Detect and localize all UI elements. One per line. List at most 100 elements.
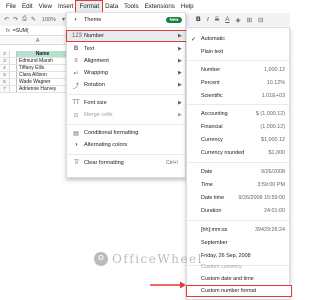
align-icon: ≡ — [74, 58, 78, 64]
submenu-item-custom-date-time[interactable]: Custom date and time — [187, 274, 291, 284]
divider — [67, 154, 187, 155]
menu-item-rotation[interactable]: ⤴ Rotation ▶ — [67, 80, 187, 90]
submenu-item-date-time[interactable]: Date time 9/26/2008 15:59:00 — [187, 193, 291, 203]
menu-item-alternating-colors[interactable]: ◑ Alternating colors — [67, 140, 187, 150]
check-icon: ✓ — [191, 37, 197, 43]
name-cell[interactable]: Adrienne Harvey — [16, 86, 66, 92]
submenu-item-date[interactable]: Date 9/26/2008 — [187, 167, 291, 177]
submenu-item-custom-number-format[interactable]: Custom number format — [186, 285, 292, 297]
submenu-item-duration[interactable]: Duration 24:01:00 — [187, 206, 291, 216]
menu-file[interactable]: File — [3, 1, 19, 12]
header-cell-name[interactable]: Name — [16, 51, 66, 57]
column-headers: A — [0, 37, 66, 45]
merge-icon: ⊟ — [73, 112, 79, 119]
font-size-icon: TT — [72, 100, 80, 106]
menu-insert[interactable]: Insert — [55, 1, 76, 12]
table-row: 2 Name — [0, 51, 66, 58]
spreadsheet-grid: A 2 Name 3 Edmund Marsh 4 Tiffany Ellis … — [0, 37, 66, 300]
palette-icon: ◐ — [74, 17, 78, 23]
name-cell[interactable]: Edmund Marsh — [16, 58, 66, 64]
row-number[interactable]: 5 — [0, 72, 10, 78]
menu-help[interactable]: Help — [178, 1, 197, 12]
menu-item-alignment[interactable]: ≡ Alignment ▶ — [67, 56, 187, 66]
table-row: 4 Tiffany Ellis — [0, 65, 66, 72]
menu-view[interactable]: View — [36, 1, 55, 12]
submenu-item-automatic[interactable]: ✓ Automatic — [187, 34, 291, 44]
italic-button[interactable]: I — [207, 16, 209, 23]
zoom-select[interactable]: 100% — [40, 17, 58, 23]
divider — [187, 104, 291, 105]
menu-item-theme[interactable]: ◐ Theme New — [67, 15, 187, 25]
table-row: 5 Clara Allison — [0, 72, 66, 79]
shortcut-text: Ctrl+\ — [166, 160, 179, 166]
alternating-colors-icon: ◑ — [74, 142, 78, 148]
red-arrow-icon — [150, 281, 186, 289]
chevron-right-icon: ▶ — [178, 100, 182, 106]
table-row: 3 Edmund Marsh — [0, 58, 66, 65]
row-number[interactable]: 6 — [0, 79, 10, 85]
name-cell[interactable]: Tiffany Ellis — [16, 65, 66, 71]
row-number[interactable]: 7 — [0, 86, 10, 92]
submenu-item-currency-rounded[interactable]: Currency rounded $1,000 — [187, 148, 291, 158]
table-row: 6 Wade Wagner — [0, 79, 66, 86]
menu-extensions[interactable]: Extensions — [142, 1, 178, 12]
submenu-item-number[interactable]: Number 1,000.12 — [187, 65, 291, 75]
menu-item-wrapping[interactable]: ↵ Wrapping ▶ — [67, 68, 187, 78]
chevron-down-icon[interactable]: ▾ — [62, 16, 65, 23]
menu-item-text[interactable]: B Text ▶ — [67, 44, 187, 54]
new-badge: New — [166, 17, 182, 23]
divider — [187, 60, 291, 61]
divider — [187, 162, 291, 163]
fill-color-icon[interactable]: ◈ — [236, 16, 241, 24]
submenu-item-hh-mm-ss[interactable]: [hh]:mm:ss 39429:26:24 — [187, 225, 291, 235]
paint-format-icon[interactable]: ✎ — [31, 16, 36, 23]
formula-input[interactable]: =SUM( — [13, 28, 29, 34]
menu-item-conditional-formatting[interactable]: ▤ Conditional formatting — [67, 128, 187, 138]
watermark-text: OfficeWheel — [112, 252, 203, 266]
menu-tools[interactable]: Tools — [121, 1, 141, 12]
submenu-item-currency[interactable]: Currency $1,000.12 — [187, 135, 291, 145]
bold-icon: B — [73, 46, 79, 52]
chevron-right-icon: ▶ — [178, 58, 182, 64]
merge-icon[interactable]: ⊟ — [258, 16, 263, 24]
menu-item-number[interactable]: 123 Number ▶ — [66, 30, 188, 42]
clear-format-icon: T̸ — [74, 160, 78, 166]
officewheel-logo-icon: O — [94, 252, 108, 266]
redo-icon[interactable]: ↷ — [13, 16, 18, 23]
menu-item-merge-cells[interactable]: ⊟ Merge cells ▶ — [67, 110, 187, 120]
submenu-item-month[interactable]: September — [187, 238, 291, 248]
menu-format[interactable]: Format — [75, 0, 104, 13]
borders-icon[interactable]: ⊞ — [247, 16, 252, 24]
submenu-item-plain-text[interactable]: Plain text — [187, 47, 291, 57]
format-menu: ◐ Theme New 123 Number ▶ B Text ▶ ≡ Alig… — [66, 12, 188, 178]
submenu-item-percent[interactable]: Percent 10.12% — [187, 78, 291, 88]
conditional-format-icon: ▤ — [73, 130, 79, 137]
column-header-a[interactable]: A — [36, 38, 39, 44]
submenu-item-accounting[interactable]: Accounting $ (1,000.12) — [187, 109, 291, 119]
divider — [67, 124, 187, 125]
menu-item-font-size[interactable]: TT Font size ▶ — [67, 98, 187, 108]
submenu-item-time[interactable]: Time 3:59:00 PM — [187, 180, 291, 190]
submenu-item-financial[interactable]: Financial (1,000.12) — [187, 122, 291, 132]
undo-icon[interactable]: ↶ — [4, 16, 9, 23]
row-number[interactable]: 4 — [0, 65, 10, 71]
row-number[interactable]: 3 — [0, 58, 10, 64]
menu-edit[interactable]: Edit — [19, 1, 36, 12]
divider — [67, 27, 187, 28]
name-cell[interactable]: Wade Wagner — [16, 79, 66, 85]
rotation-icon: ⤴ — [72, 83, 79, 90]
number-format-icon: 123 — [72, 33, 83, 39]
menu-data[interactable]: Data — [102, 1, 121, 12]
wrap-icon: ↵ — [73, 70, 79, 77]
print-icon[interactable]: ⎙ — [22, 16, 27, 23]
row-number[interactable]: 2 — [0, 51, 10, 57]
submenu-item-scientific[interactable]: Scientific 1.01E+03 — [187, 91, 291, 101]
name-cell[interactable]: Clara Allison — [16, 72, 66, 78]
bold-button[interactable]: B — [196, 16, 201, 23]
table-row: 7 Adrienne Harvey — [0, 86, 66, 93]
text-format-buttons: B I S A ◈ ⊞ ⊟ — [196, 13, 263, 26]
text-color-button[interactable]: A — [225, 16, 229, 23]
strikethrough-button[interactable]: S — [215, 16, 219, 23]
fx-icon: fx — [6, 27, 10, 34]
menu-item-clear-formatting[interactable]: T̸ Clear formatting Ctrl+\ — [67, 158, 187, 168]
